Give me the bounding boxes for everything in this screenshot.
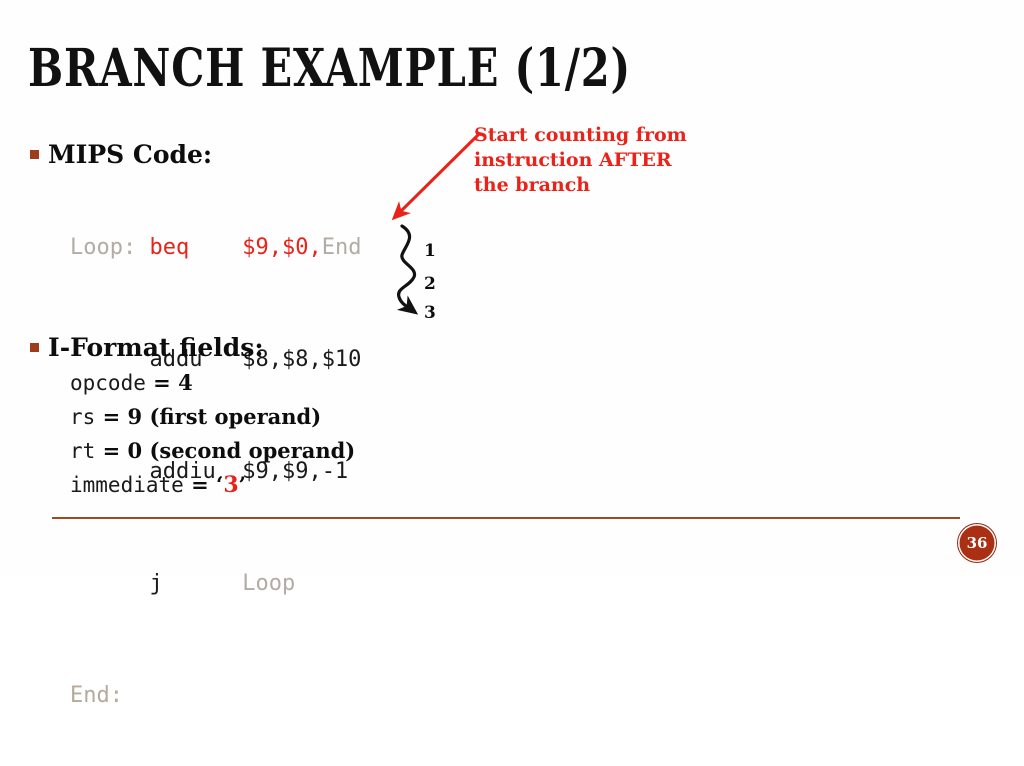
field-row-rs: rs = 9 (first operand) xyxy=(70,400,355,434)
code-label-end: End: xyxy=(70,683,123,708)
field-value-immediate: 3 xyxy=(223,472,239,498)
field-row-immediate: immediate = ‘3’ xyxy=(70,468,355,502)
field-name-rt: rt xyxy=(70,439,96,463)
slide-canvas: BRANCH EXAMPLE (1/2) MIPS Code: Loop: be… xyxy=(0,0,1024,708)
code-mnemonic-j: j xyxy=(149,571,163,596)
field-row-rt: rt = 0 (second operand) xyxy=(70,434,355,468)
callout-annotation: Start counting from instruction AFTER th… xyxy=(474,124,687,196)
code-line-beq: Loop: beq $9,$0,End xyxy=(70,234,361,262)
bullet-mips-code-label: MIPS Code: xyxy=(48,140,213,169)
code-gap xyxy=(163,571,242,596)
squiggly-counting-arrow xyxy=(396,224,419,315)
field-value-rt: = 0 (second operand) xyxy=(95,438,356,463)
field-name-rs: rs xyxy=(70,405,96,429)
field-value-immediate-suffix: ’ xyxy=(238,472,246,497)
code-gap xyxy=(136,235,149,260)
code-mnemonic-beq: beq xyxy=(149,235,190,260)
red-callout-arrow xyxy=(391,132,481,221)
page-number-label: 36 xyxy=(966,533,988,552)
field-value-rs: = 9 (first operand) xyxy=(95,404,322,429)
count-marker-2: 2 xyxy=(424,274,436,294)
bullet-iformat-fields: I-Format fields: xyxy=(30,333,264,362)
square-bullet-icon xyxy=(30,343,39,352)
code-line-end: End: xyxy=(70,682,361,710)
code-line-j: j Loop xyxy=(70,570,361,598)
count-marker-1: 1 xyxy=(424,241,436,261)
code-label-loop: Loop: xyxy=(70,235,137,260)
field-name-opcode: opcode xyxy=(70,371,146,395)
iformat-field-list: opcode = 4 rs = 9 (first operand) rt = 0… xyxy=(70,366,355,502)
field-value-opcode: = 4 xyxy=(145,370,193,395)
field-value-immediate-prefix: = ‘ xyxy=(183,472,224,497)
bullet-mips-code: MIPS Code: xyxy=(30,140,212,169)
code-operand-loop-target: Loop xyxy=(242,571,296,596)
field-row-opcode: opcode = 4 xyxy=(70,366,355,400)
count-marker-3: 3 xyxy=(424,303,436,323)
code-operand-end-target: End xyxy=(321,235,362,260)
code-operands-registers: $9,$0, xyxy=(242,235,322,260)
page-number-badge: 36 xyxy=(958,524,996,562)
footer-divider xyxy=(52,517,960,519)
field-name-immediate: immediate xyxy=(70,473,184,497)
page-title: BRANCH EXAMPLE (1/2) xyxy=(28,38,631,99)
code-gap xyxy=(189,235,242,260)
bullet-iformat-fields-label: I-Format fields: xyxy=(48,333,264,362)
square-bullet-icon xyxy=(30,150,39,159)
